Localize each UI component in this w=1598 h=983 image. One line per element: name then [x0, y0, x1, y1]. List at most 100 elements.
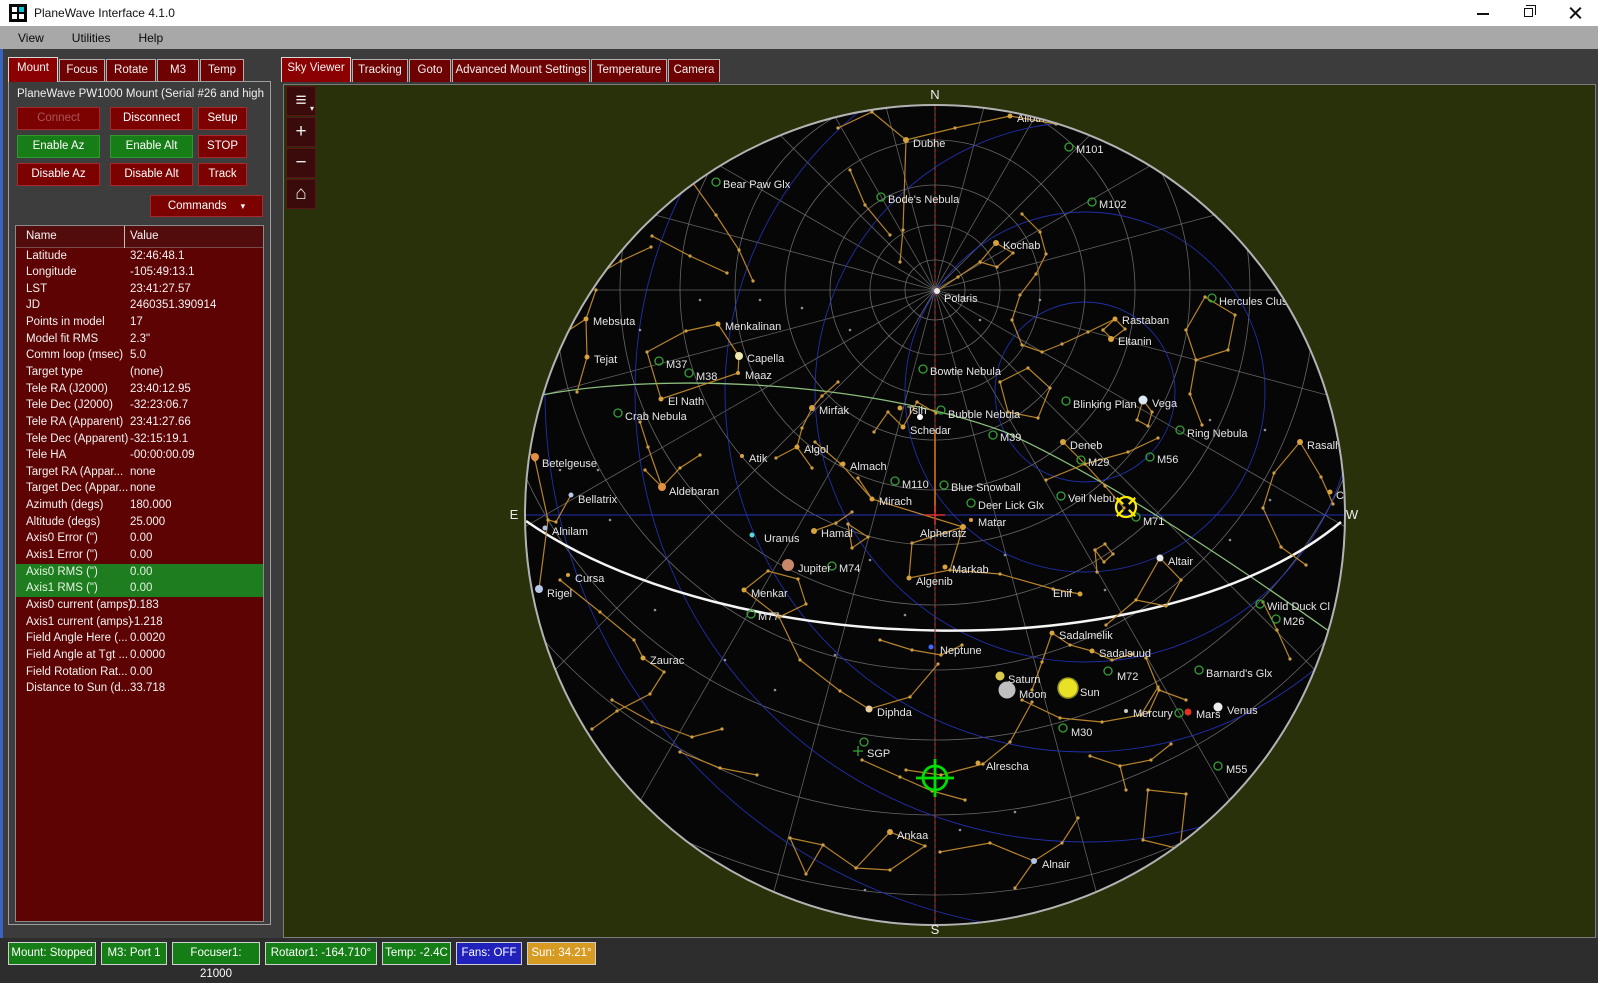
status-temp[interactable]: Temp: -2.4C	[382, 942, 451, 965]
row-value: none	[130, 466, 156, 478]
row-name: Field Angle at Tgt ...	[26, 649, 128, 661]
tab-m3[interactable]: M3	[157, 59, 199, 82]
star-label: Cursa	[575, 573, 605, 585]
table-row[interactable]: Tele Dec (Apparent)-32:15:19.1	[16, 431, 263, 448]
menu-utilities[interactable]: Utilities	[62, 28, 121, 48]
table-row[interactable]: Azimuth (degs)180.000	[16, 498, 263, 515]
star-label: Enif	[1053, 588, 1073, 600]
constellation-star-dot	[1048, 386, 1051, 389]
table-row[interactable]: Tele Dec (J2000)-32:23:06.7	[16, 398, 263, 415]
row-name: Tele RA (Apparent)	[26, 416, 123, 428]
table-row[interactable]: Comm loop (msec)5.0	[16, 348, 263, 365]
enable-alt-button[interactable]: Enable Alt	[110, 135, 193, 158]
stop-button[interactable]: STOP	[198, 135, 247, 158]
constellation-star-dot	[1018, 293, 1021, 296]
table-row[interactable]: Axis0 RMS (")0.00	[16, 564, 263, 581]
disable-az-button[interactable]: Disable Az	[17, 163, 100, 186]
table-row[interactable]: Points in model17	[16, 315, 263, 332]
table-row[interactable]: Axis0 Error (")0.00	[16, 531, 263, 548]
constellation-star-dot	[737, 248, 740, 251]
zoom-out-button[interactable]: −	[286, 148, 316, 178]
table-row[interactable]: Longitude-105:49:13.1	[16, 265, 263, 282]
row-value: 0.00	[130, 666, 152, 678]
status-rotator1[interactable]: Rotator1: -164.710°	[265, 942, 377, 965]
disconnect-button[interactable]: Disconnect	[110, 107, 193, 130]
constellation-star-dot	[804, 602, 807, 605]
constellation-star-dot	[820, 394, 823, 397]
faint-star	[654, 609, 657, 612]
row-name: Target type	[26, 366, 83, 378]
table-row[interactable]: Tele RA (J2000)23:40:12.95	[16, 381, 263, 398]
row-name: Axis1 RMS (")	[26, 582, 98, 594]
table-row[interactable]: Tele HA-00:00:00.09	[16, 448, 263, 465]
zoom-in-button[interactable]: +	[286, 117, 316, 147]
close-button[interactable]	[1552, 0, 1598, 26]
star-dot	[898, 406, 903, 411]
table-row[interactable]: Target RA (Appar...none	[16, 464, 263, 481]
star-label: Menkar	[751, 588, 788, 600]
table-row[interactable]: Target type(none)	[16, 364, 263, 381]
star-dot	[543, 526, 548, 531]
table-row[interactable]: Axis1 Error (")0.00	[16, 548, 263, 565]
constellation-star-dot	[1101, 328, 1104, 331]
table-row[interactable]: Target Dec (Appar...none	[16, 481, 263, 498]
enable-az-button[interactable]: Enable Az	[17, 135, 100, 158]
layers-menu-button[interactable]: ≡▾	[286, 86, 316, 116]
star-label: Algenib	[916, 576, 953, 588]
faint-star	[774, 689, 777, 692]
constellation-star-dot	[1086, 330, 1089, 333]
menu-view[interactable]: View	[8, 28, 54, 48]
tab-tracking[interactable]: Tracking	[352, 59, 408, 82]
sky-map[interactable]: M101M102Bear Paw GlxBode's NebulaBowtie …	[284, 85, 1595, 937]
disable-alt-button[interactable]: Disable Alt	[110, 163, 193, 186]
star-dot	[887, 829, 893, 835]
tab-mount[interactable]: Mount	[8, 57, 58, 82]
table-row[interactable]: Field Angle at Tgt ...0.0000	[16, 647, 263, 664]
star-label: Mirach	[879, 496, 912, 508]
minimize-button[interactable]	[1460, 0, 1506, 26]
tab-sky-viewer[interactable]: Sky Viewer	[281, 57, 351, 82]
connect-button[interactable]: Connect	[17, 107, 100, 130]
tab-temp[interactable]: Temp	[200, 59, 244, 82]
constellation-star-dot	[1184, 328, 1187, 331]
table-row[interactable]: Distance to Sun (d...33.718	[16, 681, 263, 698]
dso-label: M102	[1099, 199, 1127, 211]
commands-dropdown[interactable]: Commands▾	[150, 195, 263, 217]
setup-button[interactable]: Setup	[198, 107, 247, 130]
star-dot	[917, 414, 923, 420]
status-fans[interactable]: Fans: OFF	[456, 942, 522, 965]
constellation-star-dot	[856, 476, 859, 479]
track-button[interactable]: Track	[198, 163, 247, 186]
chevron-down-icon: ▾	[241, 201, 246, 211]
status-mount[interactable]: Mount: Stopped	[8, 942, 96, 965]
dso-label: Veil Nebu	[1068, 493, 1115, 505]
table-row[interactable]: Field Angle Here (...0.0020	[16, 631, 263, 648]
constellation-star-dot	[1275, 628, 1278, 631]
table-row[interactable]: Field Rotation Rat...0.00	[16, 664, 263, 681]
row-value: 23:40:12.95	[130, 383, 191, 395]
table-row[interactable]: Model fit RMS2.3"	[16, 331, 263, 348]
table-row[interactable]: Tele RA (Apparent)23:41:27.66	[16, 414, 263, 431]
constellation-star-dot	[1146, 424, 1149, 427]
dso-label: M37	[666, 359, 687, 371]
star-dot	[740, 454, 744, 458]
status-sun[interactable]: Sun: 34.21°	[527, 942, 596, 965]
tab-temperature[interactable]: Temperature	[591, 59, 667, 82]
tab-focus[interactable]: Focus	[59, 59, 105, 82]
tab-advanced-mount-settings[interactable]: Advanced Mount Settings	[452, 59, 590, 82]
table-row[interactable]: LST23:41:27.57	[16, 281, 263, 298]
tab-rotate[interactable]: Rotate	[106, 59, 156, 82]
table-row[interactable]: Altitude (degs)25.000	[16, 514, 263, 531]
table-row[interactable]: JD2460351.390914	[16, 298, 263, 315]
menu-help[interactable]: Help	[128, 28, 173, 48]
status-focuser1[interactable]: Focuser1: 21000	[172, 942, 260, 965]
table-row[interactable]: Axis1 RMS (")0.00	[16, 581, 263, 598]
status-m3[interactable]: M3: Port 1	[101, 942, 167, 965]
table-row[interactable]: Axis0 current (amps)0.183	[16, 597, 263, 614]
restore-button[interactable]	[1506, 0, 1552, 26]
home-button[interactable]: ⌂	[286, 179, 316, 209]
table-row[interactable]: Axis1 current (amps)-1.218	[16, 614, 263, 631]
tab-camera[interactable]: Camera	[668, 59, 720, 82]
tab-goto[interactable]: Goto	[409, 59, 451, 82]
table-row[interactable]: Latitude32:46:48.1	[16, 248, 263, 265]
